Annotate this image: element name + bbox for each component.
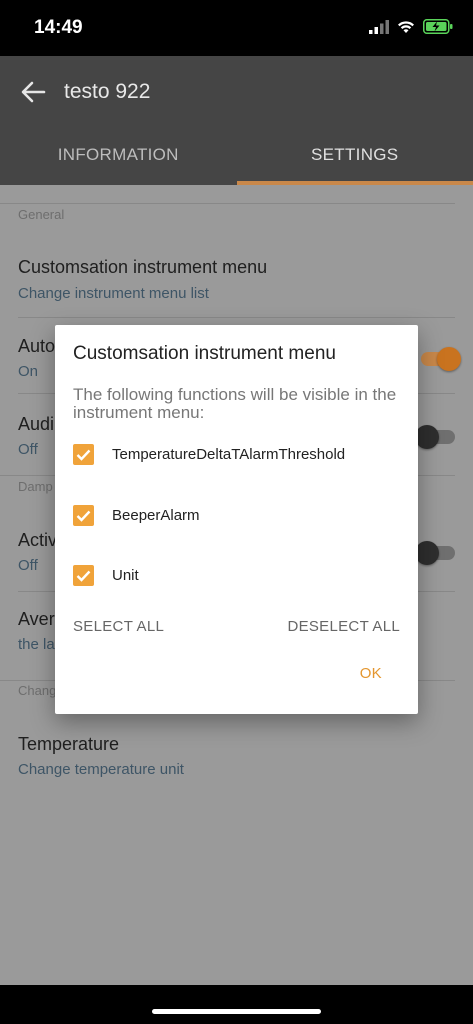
checkbox-unit[interactable] bbox=[73, 565, 94, 586]
setting-audio-value: Off bbox=[18, 441, 38, 458]
setting-active-title[interactable]: Activ bbox=[18, 530, 57, 551]
setting-auto-title[interactable]: Auto bbox=[18, 336, 55, 357]
setting-active-value: Off bbox=[18, 557, 38, 574]
toggle-knob bbox=[437, 347, 461, 371]
section-label-general: General bbox=[18, 207, 65, 222]
option-label: Unit bbox=[112, 567, 139, 584]
battery-charging-icon bbox=[423, 19, 453, 34]
divider bbox=[18, 317, 455, 318]
option-row[interactable]: Unit bbox=[73, 565, 139, 586]
status-time: 14:49 bbox=[34, 17, 83, 38]
app-title: testo 922 bbox=[64, 80, 151, 103]
setting-temperature-title[interactable]: Temperature bbox=[18, 734, 119, 755]
tab-settings[interactable]: SETTINGS bbox=[236, 127, 473, 185]
customisation-dialog: Customsation instrument menu The followi… bbox=[55, 325, 418, 714]
setting-auto-value: On bbox=[18, 363, 39, 380]
section-label-change: Chang bbox=[18, 683, 57, 698]
select-all-button[interactable]: SELECT ALL bbox=[73, 618, 164, 635]
toggle-knob bbox=[415, 425, 439, 449]
setting-temperature-subtitle: Change temperature unit bbox=[18, 761, 184, 778]
option-label: BeeperAlarm bbox=[112, 507, 200, 524]
section-label-damp: Damp bbox=[18, 479, 53, 494]
home-indicator[interactable] bbox=[152, 1009, 321, 1014]
home-area bbox=[0, 985, 473, 1024]
audio-toggle[interactable] bbox=[415, 425, 455, 449]
tab-bar: INFORMATION SETTINGS bbox=[0, 127, 473, 185]
setting-average-subtitle: the la bbox=[18, 636, 55, 653]
setting-audio-title[interactable]: Audi bbox=[18, 414, 54, 435]
status-icons bbox=[369, 19, 453, 34]
auto-toggle[interactable] bbox=[421, 347, 461, 371]
tab-information[interactable]: INFORMATION bbox=[0, 127, 237, 185]
app-bar: testo 922 INFORMATION SETTINGS bbox=[0, 56, 473, 185]
ok-button[interactable]: OK bbox=[360, 665, 382, 682]
setting-average-title[interactable]: Aver bbox=[18, 609, 55, 630]
deselect-all-button[interactable]: DESELECT ALL bbox=[287, 618, 400, 635]
setting-customisation-title[interactable]: Customsation instrument menu bbox=[18, 257, 267, 278]
toggle-knob bbox=[415, 541, 439, 565]
option-label: TemperatureDeltaTAlarmThreshold bbox=[112, 446, 346, 463]
check-icon bbox=[76, 570, 91, 582]
dialog-message: The following functions will be visible … bbox=[73, 385, 397, 422]
check-icon bbox=[76, 510, 91, 522]
check-icon bbox=[76, 449, 91, 461]
back-arrow-icon[interactable] bbox=[20, 80, 46, 104]
option-row[interactable]: BeeperAlarm bbox=[73, 505, 200, 526]
option-row[interactable]: TemperatureDeltaTAlarmThreshold bbox=[73, 444, 345, 465]
checkbox-beeper-alarm[interactable] bbox=[73, 505, 94, 526]
wifi-icon bbox=[398, 20, 414, 33]
signal-icon bbox=[369, 19, 389, 34]
active-toggle[interactable] bbox=[415, 541, 455, 565]
setting-customisation-subtitle: Change instrument menu list bbox=[18, 285, 209, 302]
status-bar: 14:49 bbox=[0, 0, 473, 56]
divider bbox=[0, 203, 455, 204]
dialog-title: Customsation instrument menu bbox=[73, 343, 336, 364]
checkbox-temperature-delta[interactable] bbox=[73, 444, 94, 465]
